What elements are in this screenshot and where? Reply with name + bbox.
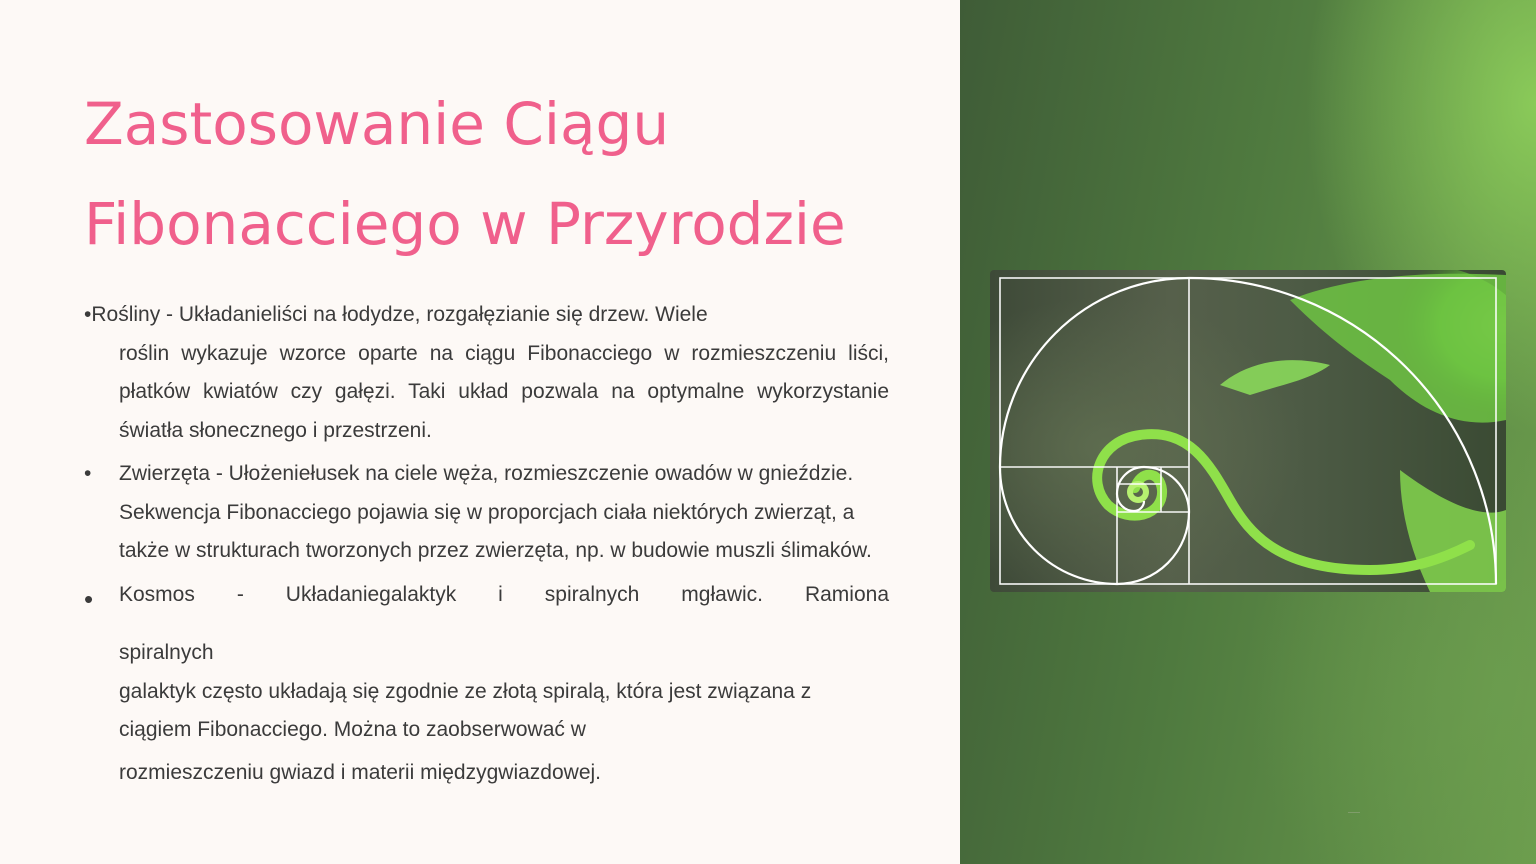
plants-first-line: Rośliny - Układanieliści na łodydze, roz… xyxy=(91,303,708,326)
slide-title: Zastosowanie Ciągu Fibonacciego w Przyro… xyxy=(84,74,944,274)
bullet-icon: • xyxy=(84,583,94,614)
list-item-cosmos: • Kosmos - Układaniegalaktyk i spiralnyc… xyxy=(84,576,889,793)
cosmos-line-4: rozmieszczeniu gwiazd i materii międzygw… xyxy=(119,760,602,784)
list-item-animals: • Zwierzęta - Ułożeniełusek na ciele węż… xyxy=(84,455,889,571)
text-panel: Zastosowanie Ciągu Fibonacciego w Przyro… xyxy=(0,0,960,864)
slide: Zastosowanie Ciągu Fibonacciego w Przyro… xyxy=(0,0,1536,864)
cosmos-line-2: spiralnych xyxy=(119,641,214,664)
list-item-plants: •Rośliny - Układanieliści na łodydze, ro… xyxy=(84,296,889,450)
animals-text: Zwierzęta - Ułożeniełusek na ciele węża,… xyxy=(119,462,872,562)
plants-text: roślin wykazuje wzorce oparte na ciągu F… xyxy=(119,341,889,442)
fibonacci-spiral-plant-image xyxy=(990,270,1506,592)
bullet-icon: • xyxy=(84,462,92,485)
decorative-dash xyxy=(1348,812,1360,813)
bullet-list: • Rośliny - Układanieliści na łodydze, ro… xyxy=(84,296,889,792)
title-line-2: Fibonacciego w Przyrodzie xyxy=(84,190,846,258)
cosmos-line-1: Kosmos - Układaniegalaktyk i spiralnych … xyxy=(119,582,889,606)
cosmos-line-3: galaktyk często układają się zgodnie ze … xyxy=(119,679,812,742)
title-line-1: Zastosowanie Ciągu xyxy=(84,90,670,158)
golden-spiral-graphic xyxy=(998,270,1506,592)
